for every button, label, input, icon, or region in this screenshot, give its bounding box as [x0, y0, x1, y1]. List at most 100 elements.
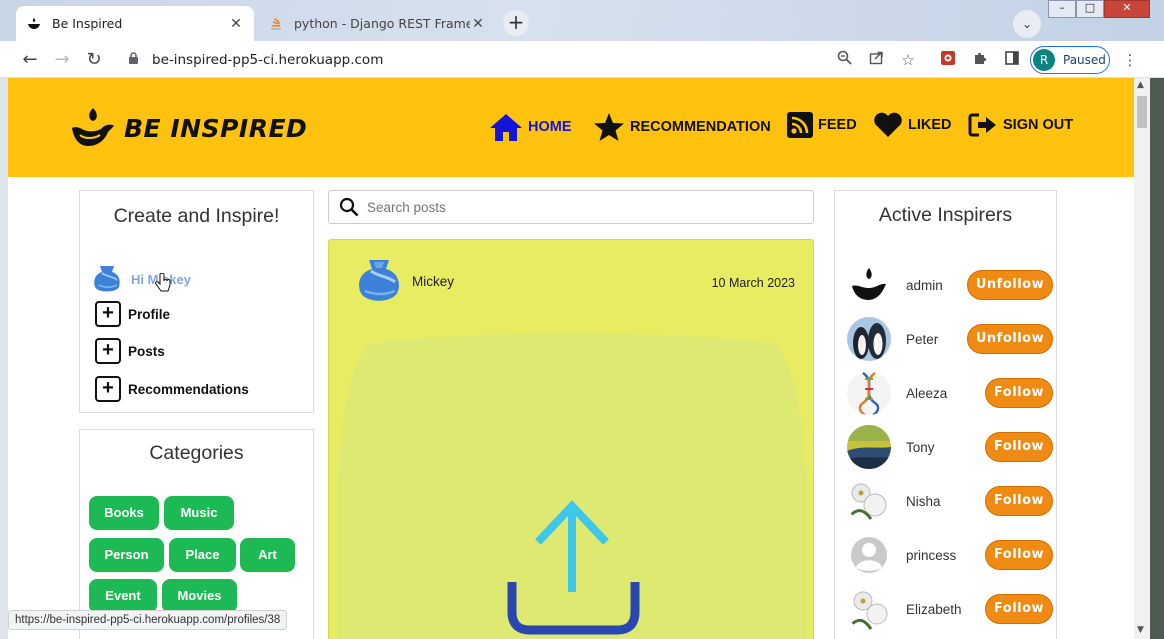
- site-navbar: BE INSPIRED HOME RECOMMENDATION FEED LIK…: [8, 78, 1134, 177]
- category-music[interactable]: Music: [164, 496, 234, 530]
- close-tab-icon[interactable]: ✕: [470, 16, 486, 32]
- unfollow-button[interactable]: Unfollow: [967, 270, 1053, 300]
- lamp-favicon-icon: [26, 16, 42, 32]
- brand-name: BE INSPIRED: [124, 113, 308, 143]
- profile-link[interactable]: + Profile: [95, 301, 170, 327]
- lamp-logo-icon: [72, 108, 114, 146]
- background-window-edge: [1150, 78, 1164, 639]
- follow-button[interactable]: Follow: [985, 540, 1053, 570]
- inspirer-name[interactable]: Elizabeth: [906, 602, 962, 617]
- lock-icon: [128, 51, 142, 68]
- posts-link-label: Posts: [128, 343, 165, 359]
- nav-liked[interactable]: LIKED: [873, 112, 952, 138]
- post-author[interactable]: Mickey: [412, 274, 454, 289]
- inspirer-avatar-landscape[interactable]: [847, 425, 891, 469]
- sign-out-icon: [968, 113, 996, 137]
- close-tab-icon[interactable]: ✕: [228, 16, 244, 32]
- inspirer-name[interactable]: Nisha: [906, 494, 941, 509]
- inspirer-row: admin Unfollow: [847, 261, 1057, 309]
- plus-icon: +: [95, 338, 121, 364]
- maximize-icon[interactable]: □: [1076, 0, 1104, 18]
- nav-sign-out-label: SIGN OUT: [1003, 117, 1074, 133]
- category-books[interactable]: Books: [89, 496, 159, 530]
- search-icon: [339, 197, 359, 217]
- tab-search-chevron-icon[interactable]: ⌄: [1013, 10, 1041, 38]
- inspirer-avatar-default[interactable]: [847, 533, 891, 577]
- inspirer-name[interactable]: admin: [906, 278, 943, 293]
- brand-logo[interactable]: BE INSPIRED: [70, 106, 307, 150]
- tab-title: python - Django REST Framework: [294, 16, 470, 31]
- minimize-icon[interactable]: –: [1048, 0, 1076, 18]
- tab-title: Be Inspired: [52, 16, 123, 31]
- categories-title: Categories: [149, 442, 244, 464]
- address-bar[interactable]: be-inspired-pp5-ci.herokuapp.com: [128, 45, 383, 74]
- inspirer-row: Peter Unfollow: [847, 315, 1057, 363]
- category-movies[interactable]: Movies: [162, 579, 237, 613]
- profile-paused-button[interactable]: R Paused: [1030, 46, 1110, 74]
- inspirer-row: Nisha Follow: [847, 477, 1057, 525]
- menu-kebab-icon[interactable]: ⋮: [1120, 50, 1140, 70]
- unfollow-button[interactable]: Unfollow: [967, 324, 1053, 354]
- zoom-icon[interactable]: [834, 50, 854, 70]
- tab-be-inspired[interactable]: Be Inspired ✕: [16, 6, 254, 41]
- inspirer-avatar-flowers[interactable]: [847, 587, 891, 631]
- inspirer-name[interactable]: Tony: [906, 440, 935, 455]
- scroll-down-icon[interactable]: ▼: [1137, 625, 1144, 635]
- follow-button[interactable]: Follow: [985, 486, 1053, 516]
- nav-feed[interactable]: FEED: [787, 112, 857, 138]
- tab-stackoverflow[interactable]: python - Django REST Framework ✕: [258, 6, 496, 41]
- nav-recommendation[interactable]: RECOMMENDATION: [593, 112, 771, 142]
- page-viewport: BE INSPIRED HOME RECOMMENDATION FEED LIK…: [8, 78, 1134, 639]
- profile-avatar: R: [1033, 49, 1055, 71]
- recommendations-link[interactable]: + Recommendations: [95, 376, 249, 402]
- post-card[interactable]: Mickey 10 March 2023: [328, 239, 814, 639]
- nav-home[interactable]: HOME: [489, 112, 572, 142]
- post-author-avatar[interactable]: [355, 258, 403, 308]
- plus-icon: +: [95, 376, 121, 402]
- post-image-placeholder: [334, 324, 810, 639]
- inspirer-avatar-lamp[interactable]: [847, 263, 891, 307]
- share-icon[interactable]: [866, 50, 886, 70]
- scrollbar-thumb[interactable]: [1137, 96, 1147, 128]
- extension-red-icon[interactable]: [938, 50, 958, 70]
- inspirer-avatar-dna[interactable]: [847, 371, 891, 415]
- extensions-puzzle-icon[interactable]: [970, 50, 990, 70]
- nav-feed-label: FEED: [818, 117, 857, 133]
- new-tab-button[interactable]: +: [503, 10, 529, 36]
- nav-liked-label: LIKED: [908, 117, 952, 133]
- posts-link[interactable]: + Posts: [95, 338, 165, 364]
- create-panel: Create and Inspire! Hi Mickey + Profile …: [79, 190, 314, 413]
- nav-recommendation-label: RECOMMENDATION: [630, 119, 771, 135]
- category-person[interactable]: Person: [89, 538, 164, 572]
- inspirer-row: princess Follow: [847, 531, 1057, 579]
- bookmark-star-icon[interactable]: ☆: [898, 50, 918, 70]
- url-text: be-inspired-pp5-ci.herokuapp.com: [152, 51, 384, 68]
- greeting-link[interactable]: Hi Mickey: [91, 263, 191, 295]
- category-art[interactable]: Art: [240, 538, 295, 572]
- category-event[interactable]: Event: [89, 579, 157, 613]
- inspirer-avatar-flowers[interactable]: [847, 479, 891, 523]
- reload-icon[interactable]: ↻: [83, 49, 105, 71]
- stackoverflow-favicon-icon: [268, 16, 284, 32]
- close-window-icon[interactable]: ✕: [1104, 0, 1150, 18]
- forward-arrow-icon[interactable]: →: [51, 49, 73, 71]
- category-place[interactable]: Place: [169, 538, 236, 572]
- inspirer-name[interactable]: princess: [906, 548, 956, 563]
- user-avatar: [94, 266, 120, 292]
- side-panel-icon[interactable]: [1002, 50, 1022, 70]
- follow-button[interactable]: Follow: [985, 378, 1053, 408]
- scroll-up-icon[interactable]: ▲: [1137, 80, 1144, 90]
- search-input[interactable]: [367, 199, 787, 215]
- inspirer-name[interactable]: Aleeza: [906, 386, 947, 401]
- inspirer-name[interactable]: Peter: [906, 332, 938, 347]
- categories-panel: Categories Books Music Person Place Art …: [79, 429, 314, 639]
- follow-button[interactable]: Follow: [985, 594, 1053, 624]
- rss-feed-icon: [787, 112, 813, 138]
- browser-toolbar: ← → ↻ be-inspired-pp5-ci.herokuapp.com ☆…: [0, 41, 1164, 78]
- follow-button[interactable]: Follow: [985, 432, 1053, 462]
- nav-sign-out[interactable]: SIGN OUT: [968, 112, 1073, 138]
- page-scrollbar[interactable]: ▲ ▼: [1134, 78, 1150, 639]
- hand-cursor-icon: [155, 272, 171, 297]
- back-arrow-icon[interactable]: ←: [19, 49, 41, 71]
- inspirer-avatar-penguins[interactable]: [847, 317, 891, 361]
